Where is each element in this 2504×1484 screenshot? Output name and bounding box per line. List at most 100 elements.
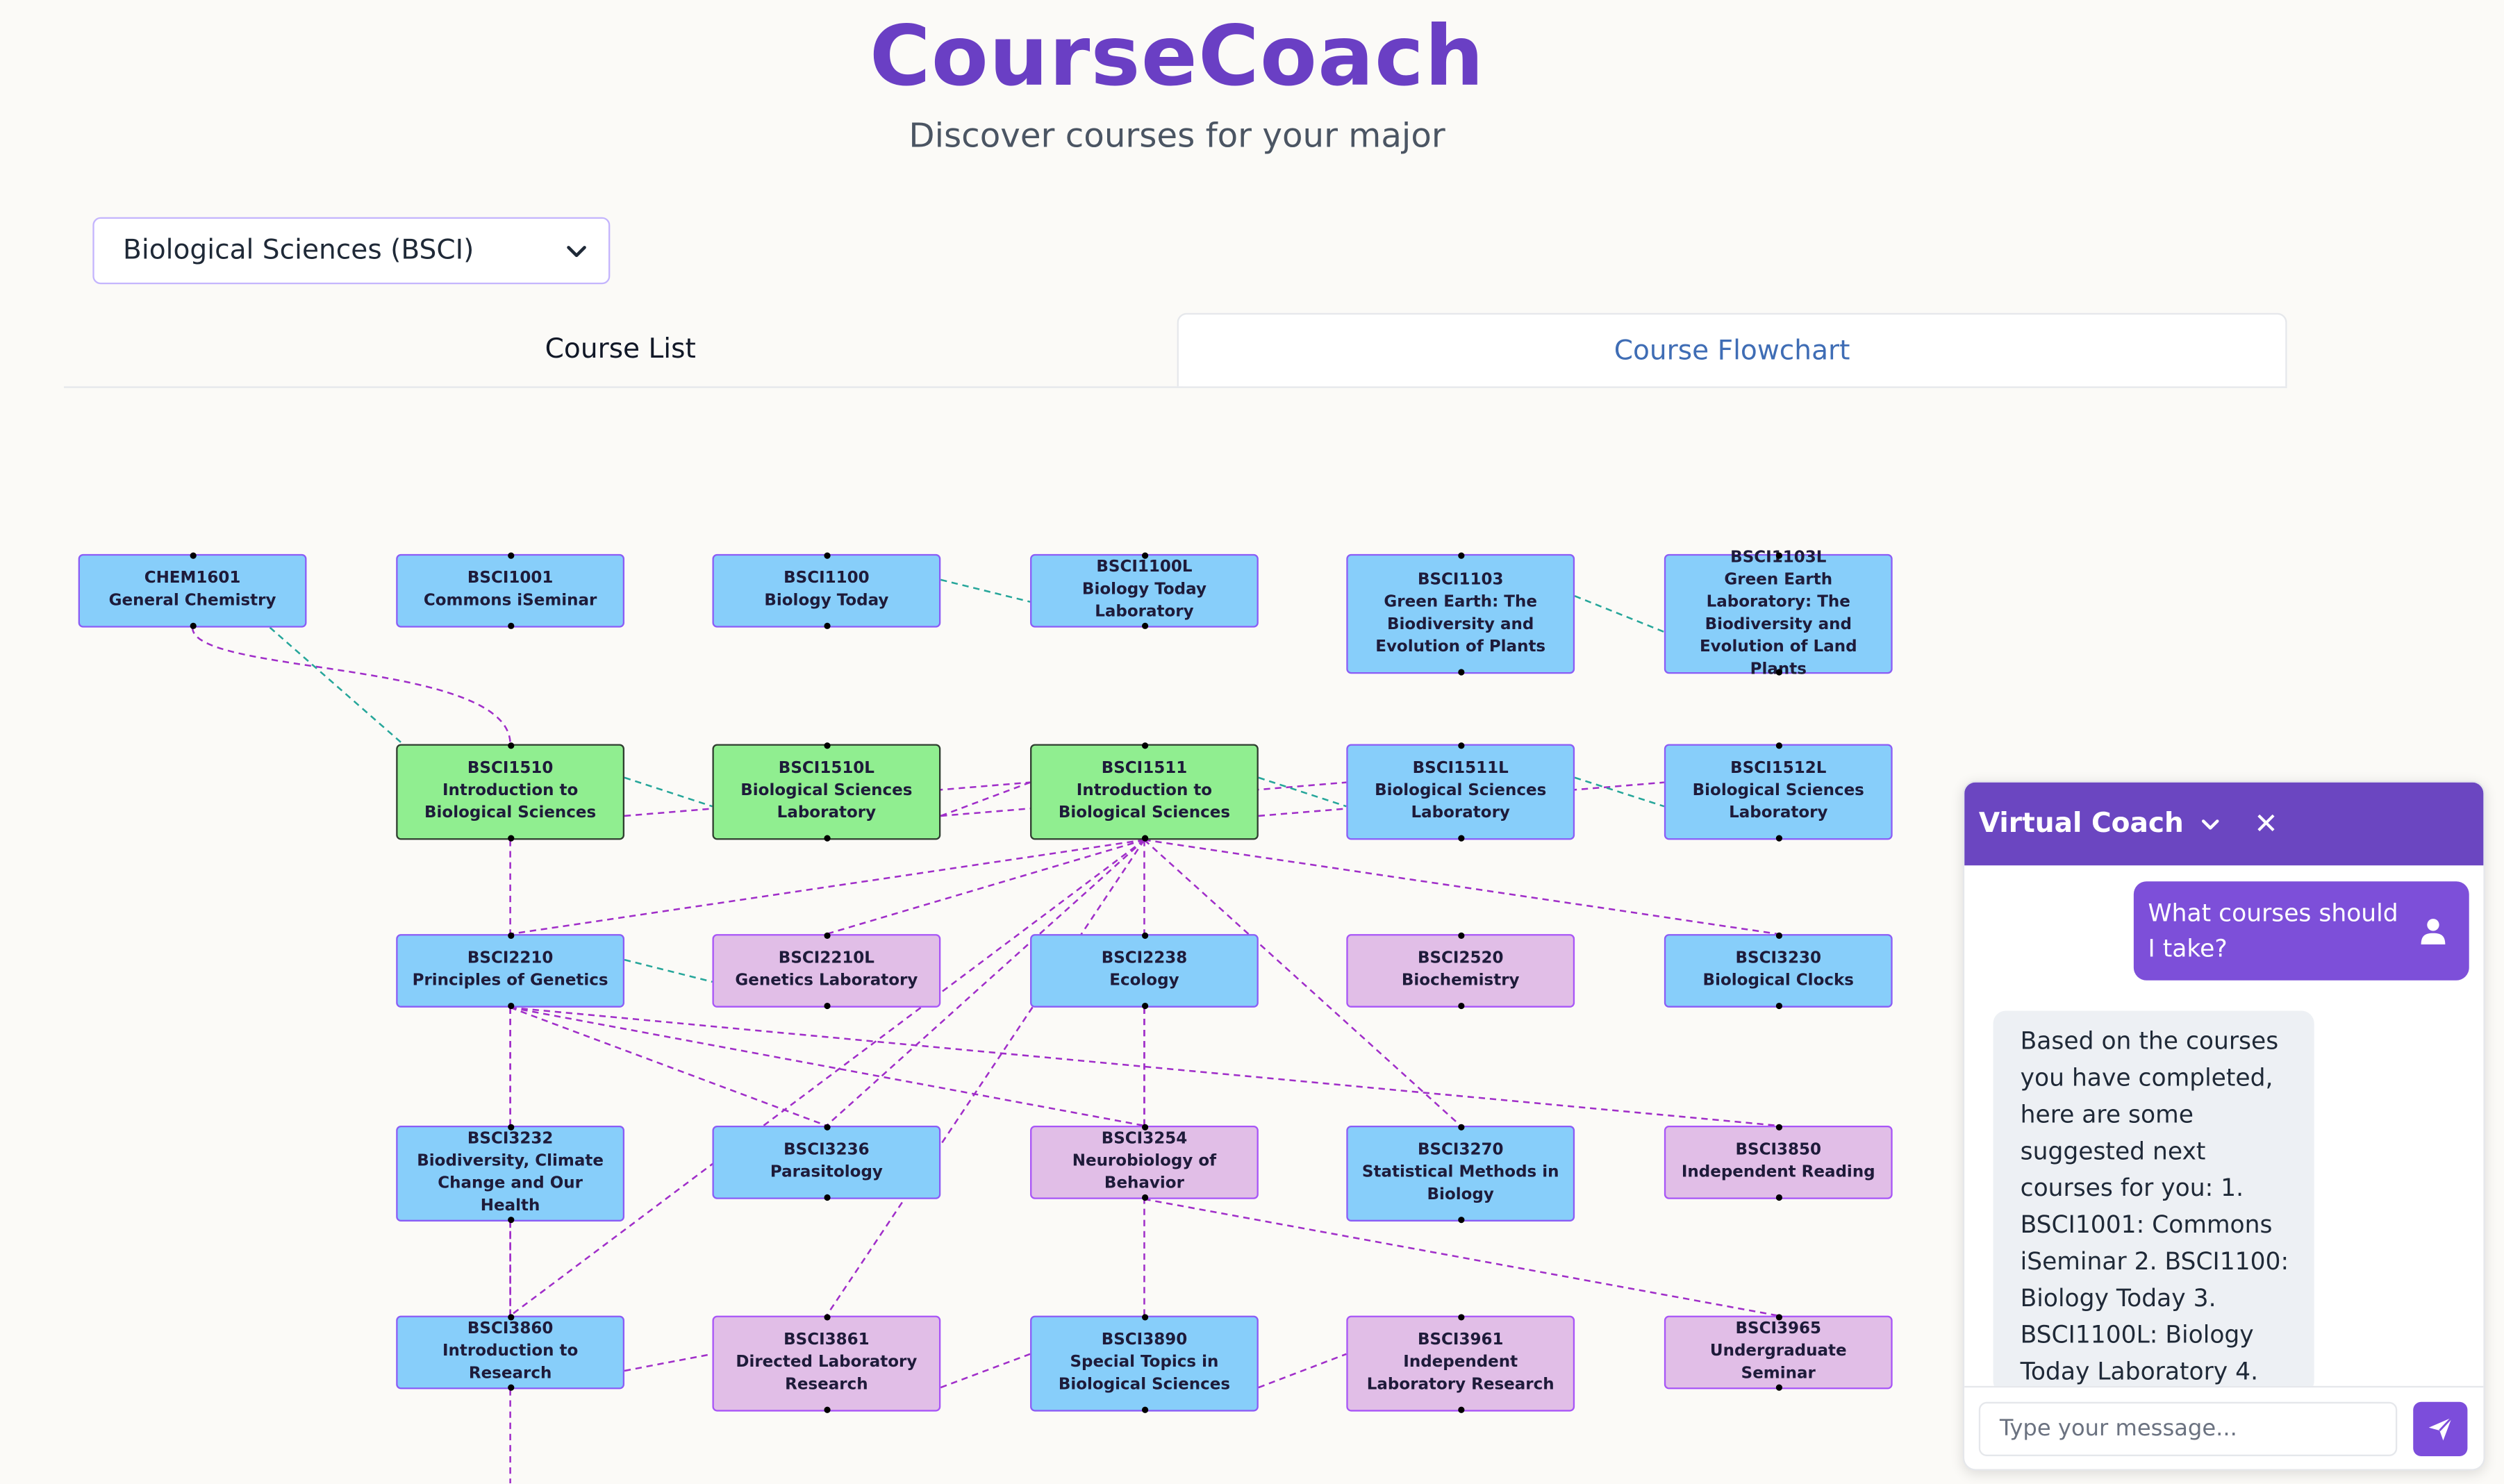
node-handle-top[interactable] (1775, 742, 1782, 749)
course-name: Undergraduate Seminar (1709, 1342, 1847, 1383)
node-handle-top[interactable] (1775, 932, 1782, 939)
course-name: Green Earth Laboratory: The Biodiversity… (1699, 570, 1857, 678)
node-handle-top[interactable] (823, 1124, 830, 1131)
course-node-bsci2210l[interactable]: BSCI2210L Genetics Laboratory (712, 932, 941, 1010)
course-node-bsci3860[interactable]: BSCI3860 Introduction to Research (396, 1314, 625, 1391)
course-node-bsci2210[interactable]: BSCI2210 Principles of Genetics (396, 932, 625, 1010)
course-node-bsci1100[interactable]: BSCI1100 Biology Today (712, 552, 941, 629)
course-code: BSCI3232 (467, 1130, 554, 1149)
course-code: BSCI3270 (1417, 1141, 1504, 1160)
edge-bsci1511-bsci2210 (510, 839, 1145, 935)
course-code: BSCI1511 (1101, 760, 1188, 778)
app-subtitle: Discover courses for your major (909, 116, 1445, 156)
course-code: BSCI3965 (1735, 1320, 1822, 1338)
course-name: Introduction to Biological Sciences (424, 782, 597, 823)
tab-course-flowchart[interactable]: Course Flowchart (1177, 312, 2287, 387)
edge-bsci1511-bsci2210l (826, 839, 1145, 935)
course-code: BSCI1512L (1730, 760, 1827, 778)
course-node-bsci1001[interactable]: BSCI1001 Commons iSeminar (396, 552, 625, 629)
course-node-bsci1510[interactable]: BSCI1510 Introduction to Biological Scien… (396, 742, 625, 842)
course-node-chem1601[interactable]: CHEM1601 General Chemistry (78, 552, 307, 629)
edge-bsci1511-bsci3230 (1144, 839, 1779, 935)
course-code: BSCI1001 (467, 569, 554, 588)
node-handle-top[interactable] (507, 552, 514, 559)
course-node-bsci3850[interactable]: BSCI3850 Independent Reading (1664, 1124, 1893, 1201)
app-title: CourseCoach (869, 9, 1485, 106)
node-handle-top[interactable] (1457, 932, 1464, 939)
edge-chem1601-bsci1510 (269, 626, 413, 753)
course-node-bsci3861[interactable]: BSCI3861 Directed Laboratory Research (712, 1314, 941, 1413)
course-code: BSCI2210L (778, 950, 874, 968)
edge-bsci3860-bsci3861 (624, 1353, 713, 1372)
course-name: Biodiversity, Climate Change and Our Hea… (417, 1153, 604, 1215)
course-node-bsci3965[interactable]: BSCI3965 Undergraduate Seminar (1664, 1314, 1893, 1391)
course-node-bsci1510l[interactable]: BSCI1510L Biological Sciences Laboratory (712, 742, 941, 842)
send-button[interactable] (2413, 1401, 2468, 1456)
course-node-bsci3961[interactable]: BSCI3961 Independent Laboratory Research (1346, 1314, 1575, 1413)
node-handle-top[interactable] (823, 1314, 830, 1321)
course-node-bsci1511l[interactable]: BSCI1511L Biological Sciences Laboratory (1346, 742, 1575, 842)
node-handle-top[interactable] (823, 932, 830, 939)
node-handle-top[interactable] (1775, 1124, 1782, 1131)
edge-bsci1100-bsci1100l (940, 578, 1031, 603)
course-node-bsci3890[interactable]: BSCI3890 Special Topics in Biological Sci… (1030, 1314, 1259, 1413)
course-node-bsci3236[interactable]: BSCI3236 Parasitology (712, 1124, 941, 1201)
course-code: BSCI1100L (1096, 558, 1193, 577)
course-node-bsci3270[interactable]: BSCI3270 Statistical Methods in Biology (1346, 1124, 1575, 1224)
edge-bsci1511-bsci3860 (509, 839, 1145, 1317)
node-handle-top[interactable] (1141, 742, 1148, 749)
course-name: Biological Sciences Laboratory (740, 782, 913, 823)
chevron-down-icon (567, 246, 586, 258)
node-handle-top[interactable] (1141, 1314, 1148, 1321)
course-node-bsci2520[interactable]: BSCI2520 Biochemistry (1346, 932, 1575, 1010)
course-node-bsci1100l[interactable]: BSCI1100L Biology Today Laboratory (1030, 552, 1259, 629)
view-tabs: Course List Course Flowchart (63, 312, 2287, 388)
course-node-bsci3230[interactable]: BSCI3230 Biological Clocks (1664, 932, 1893, 1010)
course-code: BSCI3236 (783, 1141, 870, 1160)
node-handle-top[interactable] (507, 742, 514, 749)
chat-footer (1964, 1385, 2484, 1469)
edge-bsci2210-bsci2210l (624, 958, 713, 983)
course-node-bsci1512l[interactable]: BSCI1512L Biological Sciences Laboratory (1664, 742, 1893, 842)
course-code: BSCI2238 (1101, 950, 1188, 968)
course-node-bsci3254[interactable]: BSCI3254 Neurobiology of Behavior (1030, 1124, 1259, 1201)
course-name: Independent Reading (1681, 1164, 1875, 1182)
course-node-bsci1103l[interactable]: BSCI1103LGreen Earth Laboratory: The Bio… (1664, 549, 1893, 678)
node-handle-top[interactable] (1141, 932, 1148, 939)
node-handle-top[interactable] (1457, 552, 1464, 559)
chat-message-text: Based on the courses you have completed,… (2020, 1026, 2289, 1386)
course-name: Biological Sciences Laboratory (1692, 782, 1864, 823)
edge-bsci3890-bsci3961 (1258, 1353, 1347, 1389)
close-icon[interactable]: ✕ (2254, 807, 2278, 840)
node-handle-top[interactable] (1457, 1314, 1464, 1321)
course-node-bsci1103[interactable]: BSCI1103 Green Earth: The Biodiversity an… (1346, 552, 1575, 676)
edge-bsci1511-bsci1511l (1258, 776, 1347, 808)
chat-message-bot: Based on the courses you have completed,… (1993, 1010, 2314, 1394)
course-node-bsci3232[interactable]: BSCI3232 Biodiversity, Climate Change and… (396, 1124, 625, 1224)
node-handle-top[interactable] (1457, 742, 1464, 749)
node-handle-top[interactable] (1457, 1124, 1464, 1131)
course-name: Parasitology (770, 1164, 883, 1182)
course-name: Independent Laboratory Research (1366, 1353, 1554, 1394)
node-handle-top[interactable] (189, 552, 196, 559)
course-name: Special Topics in Biological Sciences (1058, 1353, 1231, 1394)
node-handle-top[interactable] (823, 742, 830, 749)
course-node-bsci1511[interactable]: BSCI1511 Introduction to Biological Scien… (1030, 742, 1259, 842)
chevron-down-icon[interactable] (2200, 812, 2222, 835)
node-handle-top[interactable] (823, 552, 830, 559)
chat-header: Virtual Coach ✕ (1964, 782, 2484, 866)
chat-input[interactable] (1978, 1401, 2398, 1456)
edge-bsci1510l-bsci1511 (940, 781, 1031, 817)
node-handle-top[interactable] (507, 932, 514, 939)
edge-bsci1510-bsci1510l (624, 776, 713, 808)
course-code: BSCI2520 (1417, 950, 1504, 968)
chat-message-user: What courses should I take? (2133, 881, 2469, 981)
edge-bsci1511-bsci3861 (825, 839, 1145, 1317)
major-select[interactable]: Biological Sciences (BSCI) (92, 217, 611, 285)
chat-message-text: What courses should I take? (2148, 899, 2398, 963)
send-icon (2428, 1417, 2453, 1441)
course-node-bsci2238[interactable]: BSCI2238 Ecology (1030, 932, 1259, 1010)
tab-course-list[interactable]: Course List (64, 313, 1177, 387)
course-code: BSCI1510L (778, 760, 874, 778)
course-name: Biochemistry (1401, 972, 1520, 990)
